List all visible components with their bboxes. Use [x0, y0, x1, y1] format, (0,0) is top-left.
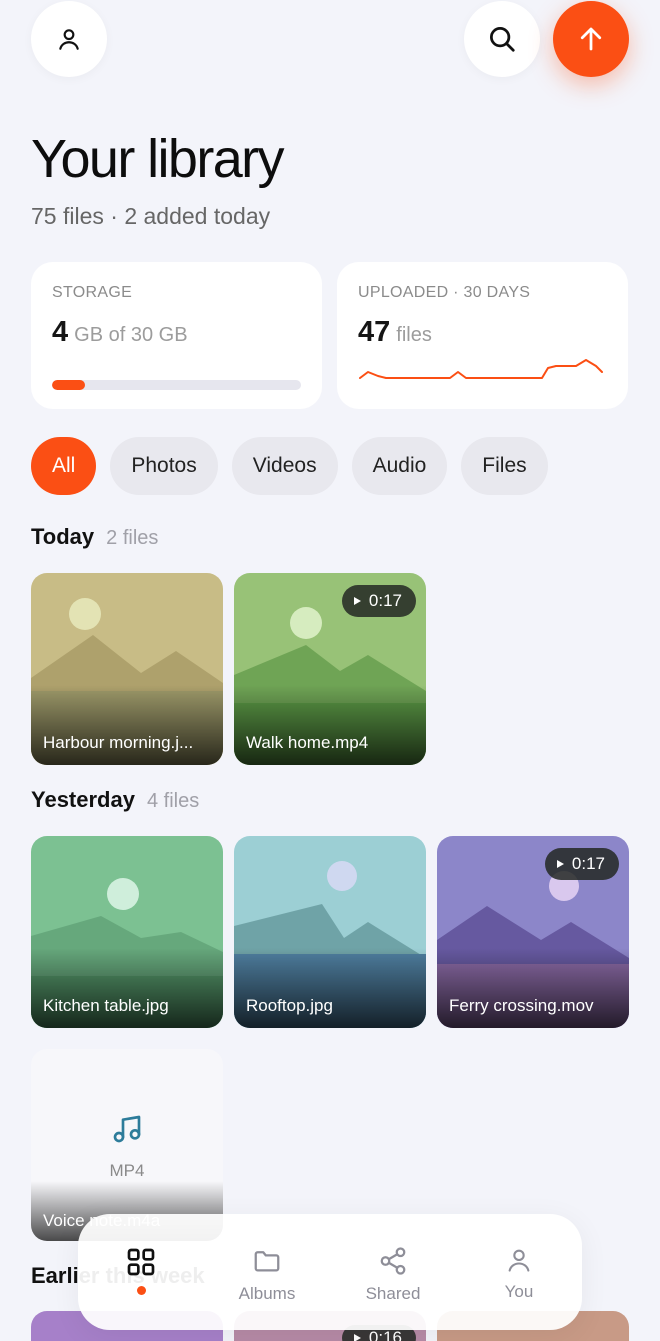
- filter-chip-all[interactable]: All: [31, 437, 97, 495]
- filter-chip-files[interactable]: Files: [461, 437, 548, 495]
- storage-unit: GB of 30 GB: [74, 324, 188, 346]
- storage-label: STORAGE: [52, 284, 133, 301]
- tab-albums[interactable]: Albums: [204, 1214, 330, 1330]
- person-icon: [508, 1249, 530, 1272]
- uploaded-value: 47: [358, 316, 391, 348]
- section-header-today: Today 2 files: [31, 524, 158, 550]
- share-icon: [380, 1247, 406, 1275]
- file-type-label: MP4: [109, 1161, 145, 1180]
- music-note-icon: [113, 1115, 141, 1143]
- filter-chip-audio[interactable]: Audio: [351, 437, 448, 495]
- page-subtitle: 75 files · 2 added today: [31, 203, 271, 229]
- file-tile[interactable]: 0:17 Ferry crossing.mov: [437, 836, 629, 1028]
- tab-you[interactable]: You: [456, 1214, 582, 1330]
- duration-badge: 0:17: [544, 848, 619, 880]
- duration-text: 0:17: [368, 591, 402, 610]
- tab-library[interactable]: [78, 1214, 204, 1330]
- file-tile[interactable]: Harbour morning.j...: [31, 573, 223, 765]
- page-title: Your library: [31, 129, 285, 189]
- section-header-yesterday: Yesterday 4 files: [31, 787, 199, 813]
- play-icon: [556, 860, 564, 868]
- storage-progress-bar: [52, 380, 301, 390]
- arrow-up-icon: [580, 27, 602, 51]
- section-title: Yesterday: [31, 787, 135, 812]
- uploaded-unit: files: [396, 324, 432, 346]
- upload-button[interactable]: [553, 1, 629, 77]
- uploaded-card[interactable]: UPLOADED · 30 DAYS 47 files: [337, 262, 628, 409]
- section-title: Today: [31, 524, 95, 549]
- tab-label: Albums: [238, 1284, 296, 1303]
- person-icon: [59, 29, 79, 50]
- profile-button[interactable]: [31, 1, 107, 77]
- file-name: Harbour morning.j...: [43, 733, 194, 752]
- storage-value: 4: [52, 316, 69, 348]
- uploaded-label: UPLOADED · 30 DAYS: [358, 284, 531, 301]
- tab-label: Shared: [365, 1284, 421, 1303]
- file-tile[interactable]: 0:17 Walk home.mp4: [234, 573, 426, 765]
- file-name: Ferry crossing.mov: [449, 996, 594, 1015]
- file-tile-audio[interactable]: MP4 Voice note.m4a: [31, 1049, 223, 1241]
- section-count: 4 files: [146, 790, 200, 812]
- bottom-tab-bar: Albums Shared You: [78, 1214, 582, 1330]
- tab-label: You: [504, 1282, 534, 1301]
- folder-icon: [254, 1251, 280, 1272]
- search-button[interactable]: [464, 1, 540, 77]
- upload-sparkline: [359, 359, 603, 379]
- play-icon: [353, 597, 361, 605]
- storage-card[interactable]: STORAGE 4 GB of 30 GB: [31, 262, 322, 409]
- file-name: Kitchen table.jpg: [43, 996, 169, 1015]
- filter-chip-videos[interactable]: Videos: [231, 437, 338, 495]
- file-name: Walk home.mp4: [246, 733, 369, 752]
- search-icon: [490, 27, 515, 52]
- storage-progress-fill: [52, 380, 86, 390]
- play-icon: [353, 1334, 361, 1341]
- file-tile[interactable]: Kitchen table.jpg: [31, 836, 223, 1028]
- file-name: Rooftop.jpg: [246, 996, 333, 1015]
- file-tile[interactable]: Rooftop.jpg: [234, 836, 426, 1028]
- grid-icon: [127, 1248, 155, 1276]
- active-indicator: [136, 1286, 146, 1295]
- filter-chips: All Photos Videos Audio Files: [31, 437, 548, 495]
- duration-badge: 0:17: [341, 585, 416, 617]
- section-count: 2 files: [106, 527, 159, 549]
- duration-text: 0:17: [571, 854, 605, 873]
- tab-shared[interactable]: Shared: [330, 1214, 456, 1330]
- filter-chip-photos[interactable]: Photos: [110, 437, 218, 495]
